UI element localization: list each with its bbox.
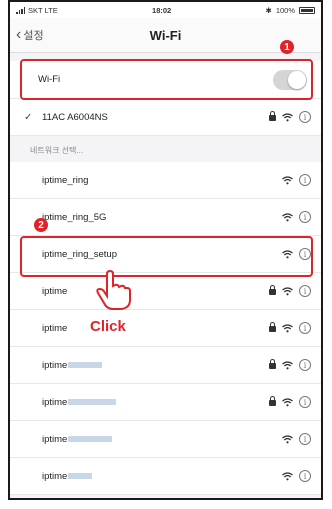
phone-screen: SKT LTE 18:02 ✱ 100% ‹ 설정 Wi-Fi Wi-Fi ✓ … xyxy=(8,0,323,500)
redacted-text xyxy=(68,398,117,405)
clock: 18:02 xyxy=(152,5,172,15)
info-icon[interactable]: i xyxy=(299,174,311,186)
wifi-toggle-row: Wi-Fi xyxy=(10,61,321,99)
info-icon[interactable]: i xyxy=(299,433,311,445)
wifi-signal-icon xyxy=(282,112,293,122)
connected-network-row[interactable]: ✓ 11AC A6004NS i xyxy=(10,99,321,136)
redacted-text xyxy=(68,435,113,442)
network-icons: i xyxy=(269,358,311,371)
info-icon[interactable]: i xyxy=(299,111,311,123)
lock-icon xyxy=(269,284,276,295)
lock-icon xyxy=(269,358,276,369)
network-icons: i xyxy=(269,395,311,408)
network-row[interactable]: iptime i xyxy=(10,421,321,458)
wifi-signal-icon xyxy=(282,175,293,185)
back-label: 설정 xyxy=(23,30,44,42)
navigation-bar: ‹ 설정 Wi-Fi xyxy=(10,18,321,53)
wifi-toggle-label: Wi-Fi xyxy=(38,74,61,85)
pointer-hand-icon xyxy=(96,270,131,310)
bluetooth-icon: ✱ xyxy=(265,5,272,15)
network-icons: i xyxy=(269,110,311,123)
lock-icon xyxy=(269,110,276,121)
network-name: iptime xyxy=(42,360,103,371)
carrier-label: SKT LTE xyxy=(28,5,58,15)
network-name: 11AC A6004NS xyxy=(42,111,108,123)
lock-icon xyxy=(269,395,276,406)
step-marker-1: 1 xyxy=(280,40,294,54)
info-icon[interactable]: i xyxy=(299,322,311,334)
network-icons: i xyxy=(282,470,311,482)
network-name: iptime_ring xyxy=(42,174,89,186)
network-row[interactable]: iptime i xyxy=(10,384,321,421)
checkmark-icon: ✓ xyxy=(24,111,33,123)
network-icons: i xyxy=(282,211,311,223)
wifi-signal-icon xyxy=(282,360,293,370)
battery-percent: 100% xyxy=(275,5,295,15)
redacted-text xyxy=(68,361,103,368)
network-name: iptime_ring_setup xyxy=(42,248,117,260)
page-title: Wi-Fi xyxy=(149,27,182,43)
status-bar: SKT LTE 18:02 ✱ 100% xyxy=(10,2,321,18)
network-row[interactable]: iptime i xyxy=(10,347,321,384)
chevron-left-icon: ‹ xyxy=(16,26,22,43)
network-row[interactable]: iptime i xyxy=(10,273,321,310)
network-icons: i xyxy=(269,321,311,334)
network-row[interactable]: iptime i xyxy=(10,458,321,495)
back-button[interactable]: ‹ 설정 xyxy=(16,27,44,43)
info-icon[interactable]: i xyxy=(299,285,311,297)
status-right: ✱ 100% xyxy=(266,6,315,15)
network-row-setup[interactable]: iptime_ring_setup i xyxy=(10,236,321,273)
info-icon[interactable]: i xyxy=(299,211,311,223)
lock-icon xyxy=(269,321,276,332)
info-icon[interactable]: i xyxy=(299,470,311,482)
network-name: iptime xyxy=(42,471,93,482)
wifi-signal-icon xyxy=(282,286,293,296)
network-row[interactable]: iptime_ring_5G i xyxy=(10,199,321,236)
signal-bars-icon xyxy=(16,6,25,14)
wifi-signal-icon xyxy=(282,249,293,259)
info-icon[interactable]: i xyxy=(299,396,311,408)
info-icon[interactable]: i xyxy=(299,248,311,260)
info-icon[interactable]: i xyxy=(299,359,311,371)
network-icons: i xyxy=(282,174,311,186)
network-icons: i xyxy=(269,284,311,297)
signal-info: SKT LTE xyxy=(16,6,58,15)
wifi-signal-icon xyxy=(282,397,293,407)
section-header: 네트워크 선택... xyxy=(10,136,321,162)
network-icons: i xyxy=(282,248,311,260)
spacer xyxy=(10,53,321,61)
wifi-signal-icon xyxy=(282,434,293,444)
wifi-signal-icon xyxy=(282,212,293,222)
wifi-signal-icon xyxy=(282,471,293,481)
step-marker-2: 2 xyxy=(34,218,48,232)
network-name: iptime xyxy=(42,397,117,408)
network-row[interactable]: iptime i xyxy=(10,310,321,347)
click-annotation: Click xyxy=(90,318,126,335)
redacted-text xyxy=(68,472,93,479)
network-list: iptime_ring i iptime_ring_5G i iptime_ri… xyxy=(10,162,321,495)
network-name: iptime xyxy=(42,434,113,445)
network-name: iptime_ring_5G xyxy=(42,211,107,223)
network-name: iptime xyxy=(42,322,68,334)
network-name: iptime xyxy=(42,285,68,297)
wifi-signal-icon xyxy=(282,323,293,333)
network-icons: i xyxy=(282,433,311,445)
network-row[interactable]: iptime_ring i xyxy=(10,162,321,199)
battery-icon xyxy=(299,6,315,14)
wifi-toggle-switch[interactable] xyxy=(273,69,307,90)
